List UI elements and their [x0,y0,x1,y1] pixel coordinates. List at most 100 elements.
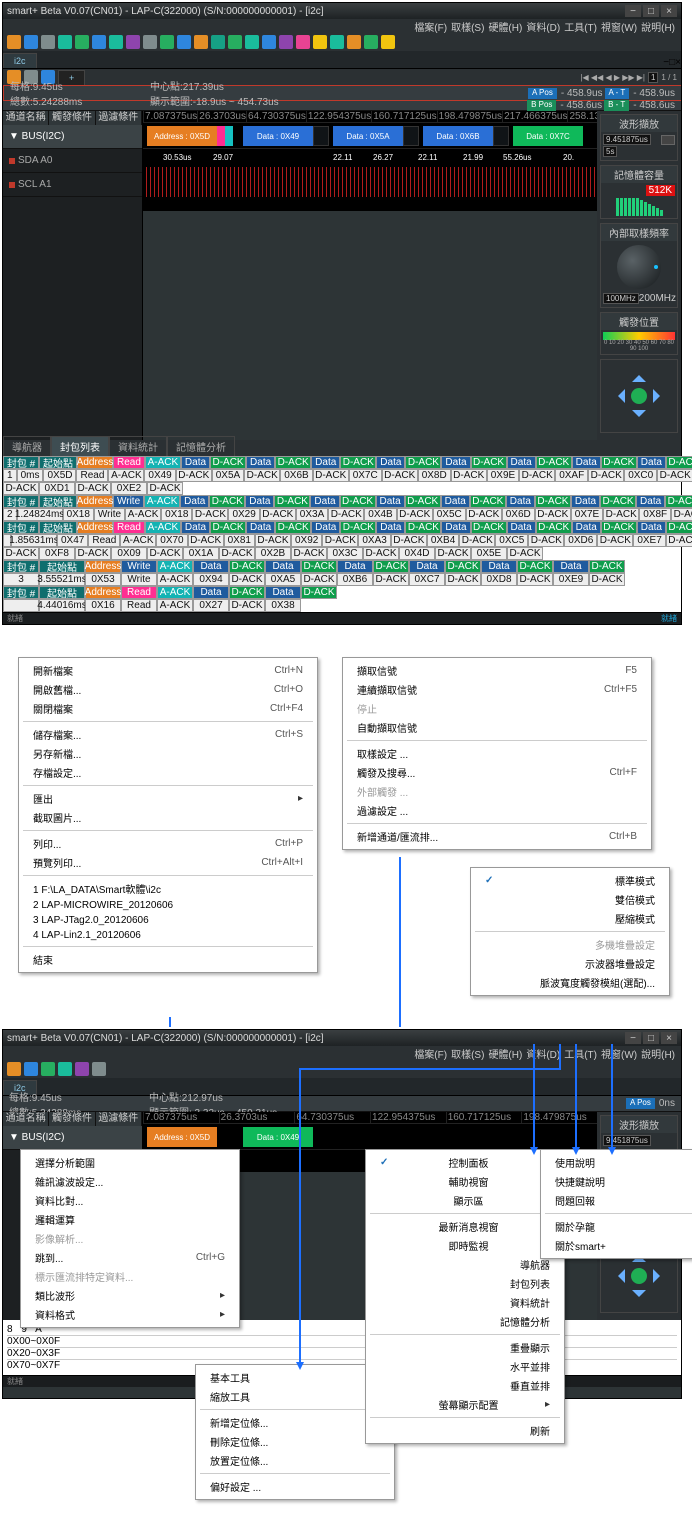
apos-marker[interactable]: A Pos [528,88,557,99]
dpad-down-icon[interactable] [632,410,646,424]
mi-redisp[interactable]: 重疊顯示 [366,1338,564,1357]
pkt-row-4[interactable]: 4.44016ms 0X16ReadA-ACK 0X27D-ACK 0X38 [3,599,681,612]
mi-multi[interactable]: 多機堆疊設定 [471,935,669,954]
dpad-up-icon[interactable] [632,368,646,382]
child-close[interactable]: × [675,57,681,68]
mi-aux-win[interactable]: 輔助視窗▸ [366,1172,564,1191]
menu-file[interactable]: 檔案(F) [414,19,447,34]
tool-icon[interactable] [75,1062,89,1076]
sda-row[interactable]: SDA A0 [3,149,142,173]
tool17-icon[interactable] [364,35,378,49]
tool3-icon[interactable] [126,35,140,49]
mi-screenshot[interactable]: 截取圖片... [19,808,317,827]
menu-window[interactable]: 視窗(W) [601,19,637,34]
b-t-marker[interactable]: B - T [604,100,629,111]
tool-icon[interactable] [92,1062,106,1076]
mi-stop[interactable]: 停止 [343,699,651,718]
tool2-icon[interactable] [109,35,123,49]
mi-ext-trigger[interactable]: 外部觸發 ... [343,782,651,801]
tool11-icon[interactable] [262,35,276,49]
scl-row[interactable]: SCL A1 [3,173,142,197]
mi-mode-std[interactable]: ✓標準模式 [471,871,669,890]
mi-help-fb[interactable]: 問題回報 [541,1191,692,1210]
mi-mark[interactable]: 標示匯流排特定資料... [21,1267,239,1286]
mi-add-channel[interactable]: 新增通道/匯流排...Ctrl+B [343,827,651,846]
a-t-marker[interactable]: A - T [605,88,630,99]
tool14-icon[interactable] [313,35,327,49]
menu-window[interactable]: 視窗(W) [601,1046,637,1061]
tab-i2c[interactable]: i2c [3,53,37,68]
mi-ctrl-panel[interactable]: ✓控制面板▸ [366,1153,564,1172]
mi-refresh[interactable]: 刷新 [366,1421,564,1440]
tab-mem[interactable]: 記憶體分析 [167,436,235,456]
mi-savecfg[interactable]: 存檔設定... [19,763,317,782]
paste-icon[interactable] [75,35,89,49]
open-icon[interactable] [7,35,21,49]
close-button[interactable]: × [661,1032,677,1044]
tool-icon[interactable] [58,1062,72,1076]
save-icon[interactable] [24,35,38,49]
mi-noise[interactable]: 雜訊濾波設定... [21,1172,239,1191]
mi-compare[interactable]: 資料比對... [21,1191,239,1210]
zoom-input[interactable]: 1 [648,72,658,83]
mi-help-keys[interactable]: 快捷鍵說明 [541,1172,692,1191]
menu-hardware[interactable]: 硬體(H) [488,1046,522,1061]
mi-hor[interactable]: 水平並排 [366,1357,564,1376]
dpad-left-icon[interactable] [611,389,625,403]
mi-pref[interactable]: 偏好設定 ... [196,1477,394,1496]
mi-news[interactable]: 最新消息視窗▸ [366,1217,564,1236]
tab-pkt[interactable]: 封包列表 [51,436,109,456]
clk-select[interactable]: 100MHz [603,293,639,304]
clock-knob[interactable] [617,245,661,289]
mi-trigger[interactable]: 觸發及搜尋...Ctrl+F [343,763,651,782]
mi-pkt[interactable]: 封包列表 [366,1274,564,1293]
mi-img[interactable]: 影像解析... [21,1229,239,1248]
save-icon[interactable] [24,1062,38,1076]
tool13-icon[interactable] [296,35,310,49]
menu-file[interactable]: 檔案(F) [414,1046,447,1061]
menu-data[interactable]: 資料(D) [526,19,560,34]
tool8-icon[interactable] [211,35,225,49]
mi-exit[interactable]: 結束 [19,950,317,969]
mi-fmt[interactable]: 資料格式▸ [21,1305,239,1324]
tool10-icon[interactable] [245,35,259,49]
close-button[interactable]: × [661,5,677,17]
trigger-gradient[interactable] [603,332,675,340]
menu-help[interactable]: 說明(H) [641,19,675,34]
mi-print[interactable]: 列印...Ctrl+P [19,834,317,853]
packet-list[interactable]: 封包 # 起始點 Address Read A-ACK DataD-ACK Da… [3,456,681,612]
tool16-icon[interactable] [347,35,361,49]
maximize-button[interactable]: □ [643,1032,659,1044]
tool9-icon[interactable] [228,35,242,49]
maximize-button[interactable]: □ [643,5,659,17]
mi-saveas[interactable]: 另存新檔... [19,744,317,763]
mi-capture-cont[interactable]: 連續擷取信號Ctrl+F5 [343,680,651,699]
waveform-area[interactable]: 7.087375us26.3703us64.730375us 122.95437… [143,111,597,211]
mi-capture[interactable]: 擷取信號F5 [343,661,651,680]
tab-stat[interactable]: 資料統計 [109,436,167,456]
mi-disp-area[interactable]: 顯示區▸ [366,1191,564,1210]
mi-mode-dbl[interactable]: 雙倍模式 [471,890,669,909]
mi-goto[interactable]: 跳到...Ctrl+G [21,1248,239,1267]
mi-recent1[interactable]: 1 F:\LA_DATA\Smart軟體\i2c [19,879,317,898]
dpad-right-icon[interactable] [653,389,667,403]
pkt-row-2[interactable]: 2 1.24824ms 0X18 Write A-ACK 0X18D-ACK 0… [3,508,681,521]
mi-recent3[interactable]: 3 LAP-JTag2.0_20120606 [19,913,317,928]
mi-sel-range[interactable]: 選擇分析範圍 [21,1153,239,1172]
mi-stat[interactable]: 資料統計 [366,1293,564,1312]
tool18-icon[interactable] [381,35,395,49]
mi-filter[interactable]: 過濾設定 ... [343,801,651,820]
tool6-icon[interactable] [177,35,191,49]
pkt-row-3[interactable]: 33.55521ms 0X53WriteA-ACK 0X94D-ACK 0XA5… [3,573,681,586]
mi-recent4[interactable]: 4 LAP-Lin2.1_20120606 [19,928,317,943]
open-icon[interactable] [7,1062,21,1076]
span-select[interactable]: 5s [603,146,617,157]
mi-analog[interactable]: 類比波形▸ [21,1286,239,1305]
bpos-marker[interactable]: B Pos [527,100,556,111]
cut-icon[interactable] [41,35,55,49]
nav-dpad[interactable] [609,366,669,426]
mi-new[interactable]: 開新檔案Ctrl+N [19,661,317,680]
mi-open[interactable]: 開啟舊檔...Ctrl+O [19,680,317,699]
dpad-center-icon[interactable] [631,388,647,404]
tool-icon[interactable] [41,1062,55,1076]
